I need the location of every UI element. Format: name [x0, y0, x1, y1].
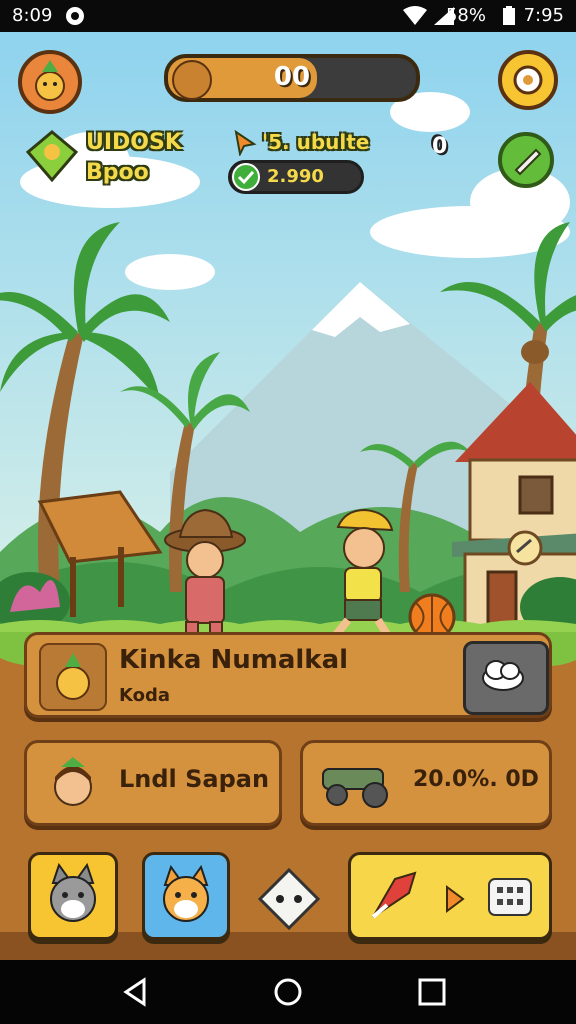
- cat-icon: [50, 862, 96, 922]
- cloud-icon: [482, 660, 524, 691]
- player-avatar-button[interactable]: [18, 50, 82, 114]
- status-bar: 8:09 58% 7:95: [0, 0, 576, 32]
- status-time-left: 8:09: [12, 5, 53, 26]
- recents-icon[interactable]: [416, 976, 448, 1008]
- settings-button[interactable]: [498, 50, 558, 110]
- player-name-line2: Bpoo: [86, 160, 149, 185]
- main-panel-title: Kinka Numalkal: [119, 645, 349, 675]
- battery-percent: 58%: [445, 5, 486, 26]
- battery-icon: [503, 6, 515, 25]
- pineapple-portrait: [39, 643, 107, 711]
- main-panel-subtitle: Koda: [119, 685, 171, 706]
- app-notification-icon: [66, 7, 84, 25]
- pineapple-avatar-icon: [35, 60, 65, 101]
- progress-value: 00: [273, 62, 311, 92]
- progress-bar: 00: [164, 54, 420, 102]
- leaf-badge-icon: [26, 130, 78, 183]
- dog-button[interactable]: [142, 852, 230, 940]
- pencil-icon: [514, 148, 542, 176]
- check-value-pill: 2.990: [228, 160, 364, 194]
- android-nav-bar: [0, 960, 576, 1024]
- dog-icon: [163, 864, 209, 922]
- game-scene: 00 UIDOSK Bpoo '5. ubulte 2.990 0 Kinka …: [0, 32, 576, 960]
- player-name-line1: UIDOSK: [86, 130, 182, 155]
- vehicle-icon: [322, 768, 388, 808]
- status-time-right: 7:95: [523, 5, 564, 26]
- arrow-cursor-icon: [234, 130, 257, 156]
- cat-button[interactable]: [28, 852, 118, 940]
- arrow-right-icon: [446, 885, 465, 913]
- friend-avatar-icon: [54, 757, 92, 806]
- counter-value: 0: [432, 134, 448, 159]
- main-panel-action-button[interactable]: [463, 641, 549, 715]
- friend-panel[interactable]: Lndl Sapan: [24, 740, 282, 826]
- home-icon[interactable]: [272, 976, 304, 1008]
- wifi-icon: [403, 6, 427, 25]
- vehicle-panel[interactable]: 20.0%. 0D: [300, 740, 552, 826]
- play-action-button[interactable]: [348, 852, 552, 940]
- check-circle-icon: [232, 163, 260, 191]
- quest-label: '5. ubulte: [262, 130, 370, 154]
- main-panel[interactable]: Kinka Numalkal Koda: [24, 632, 552, 718]
- settings-cog-icon: [513, 65, 543, 95]
- back-icon[interactable]: [120, 976, 152, 1008]
- red-arrow-icon: [371, 871, 417, 919]
- pineapple-icon: [56, 653, 90, 700]
- check-value: 2.990: [267, 166, 324, 187]
- dice-icon[interactable]: [256, 866, 322, 932]
- friend-name: Lndl Sapan: [119, 765, 270, 793]
- dots-grid-icon: [488, 878, 532, 916]
- edit-button[interactable]: [498, 132, 554, 188]
- vehicle-value: 20.0%. 0D: [413, 767, 539, 792]
